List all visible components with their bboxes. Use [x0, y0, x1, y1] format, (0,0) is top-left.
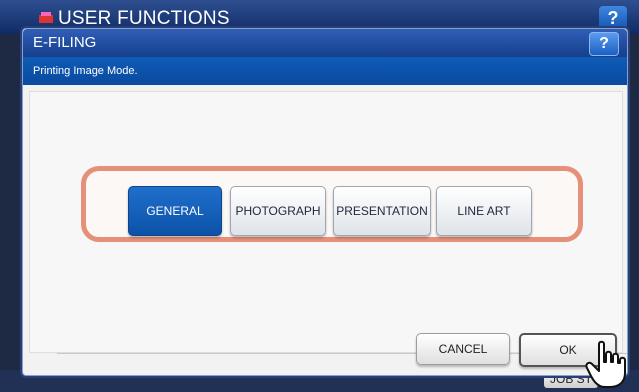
option-photograph[interactable]: PHOTOGRAPH: [230, 186, 326, 236]
background-help-button[interactable]: ?: [599, 6, 627, 30]
option-presentation[interactable]: PRESENTATION: [333, 186, 431, 236]
instruction-text: Printing Image Mode.: [33, 65, 138, 77]
option-line-art[interactable]: LINE ART: [436, 186, 532, 236]
option-general[interactable]: GENERAL: [128, 186, 222, 236]
dialog-title: E-FILING: [33, 34, 97, 51]
dialog-help-button[interactable]: ?: [589, 32, 619, 56]
cancel-button[interactable]: CANCEL: [416, 333, 510, 365]
user-functions-icon: [39, 12, 53, 23]
instruction-bar: Printing Image Mode.: [23, 57, 627, 85]
image-mode-options: GENERAL PHOTOGRAPH PRESENTATION LINE ART: [81, 166, 583, 242]
background-title: USER FUNCTIONS: [58, 8, 230, 29]
dialog-title-bar: E-FILING ?: [23, 29, 627, 57]
efiling-dialog: E-FILING ? Printing Image Mode. GENERAL …: [22, 28, 628, 376]
pointer-hand-icon: [585, 340, 626, 388]
